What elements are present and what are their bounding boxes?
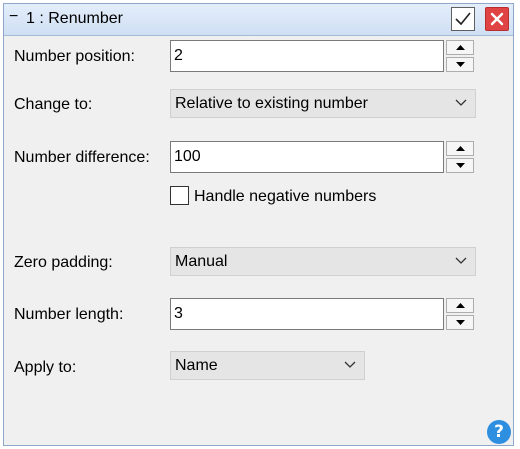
number-position-stepper [446, 40, 474, 72]
number-difference-label: Number difference: [14, 149, 150, 166]
number-length-stepper [446, 298, 474, 330]
close-x-icon [490, 12, 504, 26]
change-to-value: Relative to existing number [175, 95, 368, 112]
chevron-down-icon [455, 99, 467, 106]
chevron-down-icon [344, 361, 356, 368]
apply-button[interactable] [451, 7, 475, 31]
change-to-select[interactable]: Relative to existing number [170, 89, 476, 118]
zero-padding-label: Zero padding: [14, 254, 113, 271]
number-position-input[interactable]: 2 [170, 40, 444, 72]
close-button[interactable] [485, 7, 509, 31]
triangle-up-icon [455, 45, 465, 50]
number-difference-stepper [446, 141, 474, 173]
checkmark-icon [455, 12, 471, 26]
triangle-down-icon [455, 320, 465, 325]
number-length-label: Number length: [14, 306, 124, 323]
number-position-increment-button[interactable] [446, 40, 474, 55]
triangle-down-icon [455, 163, 465, 168]
chevron-down-icon [455, 257, 467, 264]
handle-negative-checkbox[interactable] [170, 186, 189, 205]
number-difference-increment-button[interactable] [446, 141, 474, 156]
change-to-label: Change to: [14, 96, 93, 113]
number-position-decrement-button[interactable] [446, 57, 474, 72]
number-difference-decrement-button[interactable] [446, 158, 474, 173]
zero-padding-value: Manual [175, 253, 228, 270]
zero-padding-select[interactable]: Manual [170, 247, 476, 276]
triangle-down-icon [455, 62, 465, 67]
apply-to-select[interactable]: Name [170, 351, 365, 380]
number-length-increment-button[interactable] [446, 298, 474, 313]
number-difference-input[interactable]: 100 [170, 141, 444, 173]
number-length-decrement-button[interactable] [446, 315, 474, 330]
collapse-icon[interactable]: − [9, 8, 18, 26]
number-length-input[interactable]: 3 [170, 298, 444, 330]
renumber-panel: − 1 : Renumber Number position: 2 Change… [3, 3, 514, 446]
triangle-up-icon [455, 303, 465, 308]
panel-title: 1 : Renumber [26, 10, 123, 27]
apply-to-label: Apply to: [14, 359, 77, 376]
handle-negative-label[interactable]: Handle negative numbers [194, 188, 376, 206]
help-icon[interactable]: ? [487, 420, 511, 444]
number-position-label: Number position: [14, 48, 135, 65]
triangle-up-icon [455, 146, 465, 151]
apply-to-value: Name [175, 357, 218, 374]
title-bar: − 1 : Renumber [4, 4, 513, 36]
